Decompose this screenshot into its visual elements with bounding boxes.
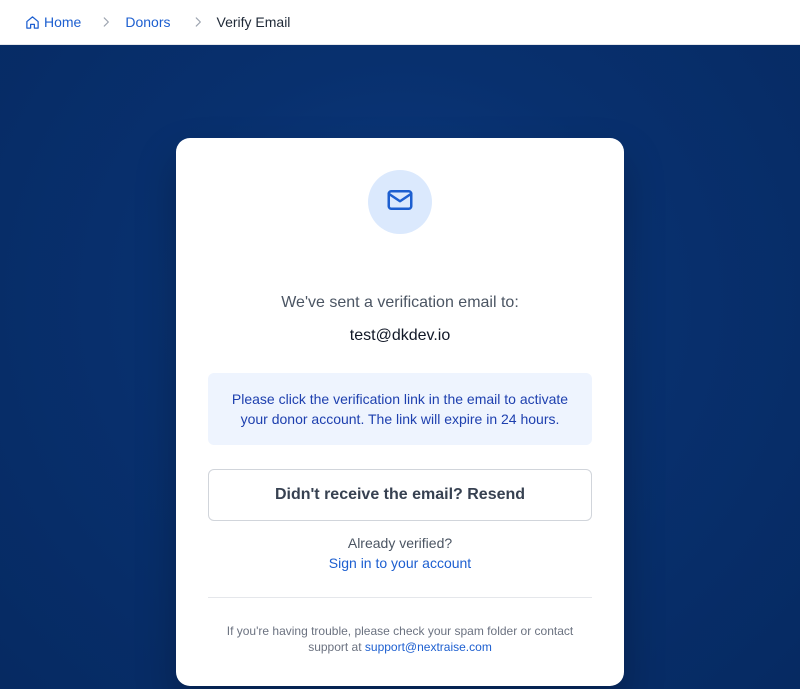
already-verified-text: Already verified? (347, 535, 453, 551)
breadcrumb-current: Verify Email (216, 14, 291, 30)
hero-background: We've sent a verification email to: test… (0, 45, 800, 689)
info-notice: Please click the verification link in th… (208, 373, 592, 445)
chevron-right-icon (99, 15, 113, 29)
sign-in-link[interactable]: Sign in to your account (176, 555, 624, 571)
breadcrumb-donors-link[interactable]: Donors (125, 14, 170, 30)
resend-button[interactable]: Didn't receive the email? Resend (208, 469, 592, 521)
breadcrumb: Home Donors Verify Email (0, 0, 800, 45)
divider (208, 597, 592, 598)
recipient-email: test@dkdev.io (349, 327, 451, 344)
chevron-right-icon (191, 15, 205, 29)
verify-email-card: We've sent a verification email to: test… (176, 138, 624, 686)
mail-icon-circle (368, 170, 432, 234)
home-icon (25, 15, 40, 30)
trouble-text: If you're having trouble, please check y… (208, 623, 592, 655)
breadcrumb-home-label: Home (44, 14, 82, 30)
support-email-link[interactable]: support@nextraise.com (365, 640, 492, 654)
breadcrumb-home-link[interactable]: Home (25, 14, 81, 30)
sent-message: We've sent a verification email to: (281, 294, 519, 311)
info-notice-text: Please click the verification link in th… (231, 391, 569, 427)
mail-icon (385, 185, 415, 220)
